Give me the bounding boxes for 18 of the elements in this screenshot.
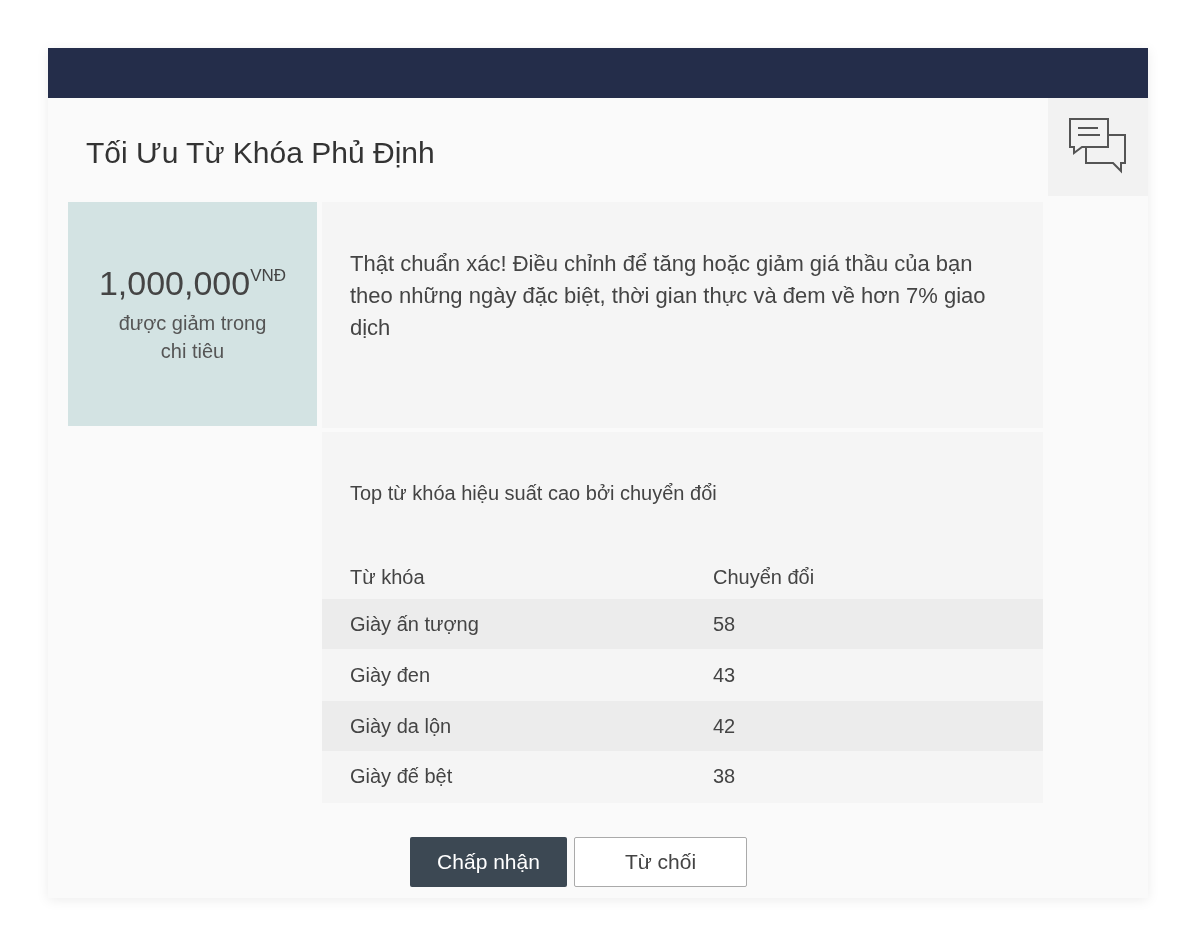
accept-button[interactable]: Chấp nhận xyxy=(410,837,567,887)
dialog-title: Tối Ưu Từ Khóa Phủ Định xyxy=(86,136,435,170)
message-text: Thật chuẩn xác! Điều chỉnh để tăng hoặc giảm giá thầu của bạn theo những ngày đặc biệt, thời gian thực và đem về hơn 7% giao dịch xyxy=(350,250,987,342)
column-header: Chuyển đổi xyxy=(712,565,816,589)
table-cell-text: 42 xyxy=(712,714,737,738)
table-cell-text: Giày da lộn xyxy=(349,714,453,738)
column-header: Từ khóa xyxy=(349,565,426,589)
table-cell-text: Giày ấn tượng xyxy=(349,612,480,636)
table-cell-text: 43 xyxy=(712,663,737,687)
table-title: Top từ khóa hiệu suất cao bởi chuyển đổi xyxy=(350,482,718,505)
table-cell-text: 58 xyxy=(712,612,737,636)
table-cell-text: Giày đế bệt xyxy=(349,764,454,788)
decline-button[interactable]: Từ chối xyxy=(574,837,747,887)
savings-caption: được giảm trong chi tiêu xyxy=(117,310,268,364)
table-cell-text: Giày đen xyxy=(349,663,432,687)
savings-amount: 1,000,000$^{VNĐ}$ xyxy=(98,263,287,303)
chat-button[interactable] xyxy=(1048,98,1148,196)
table-cell-text: 38 xyxy=(712,764,737,788)
